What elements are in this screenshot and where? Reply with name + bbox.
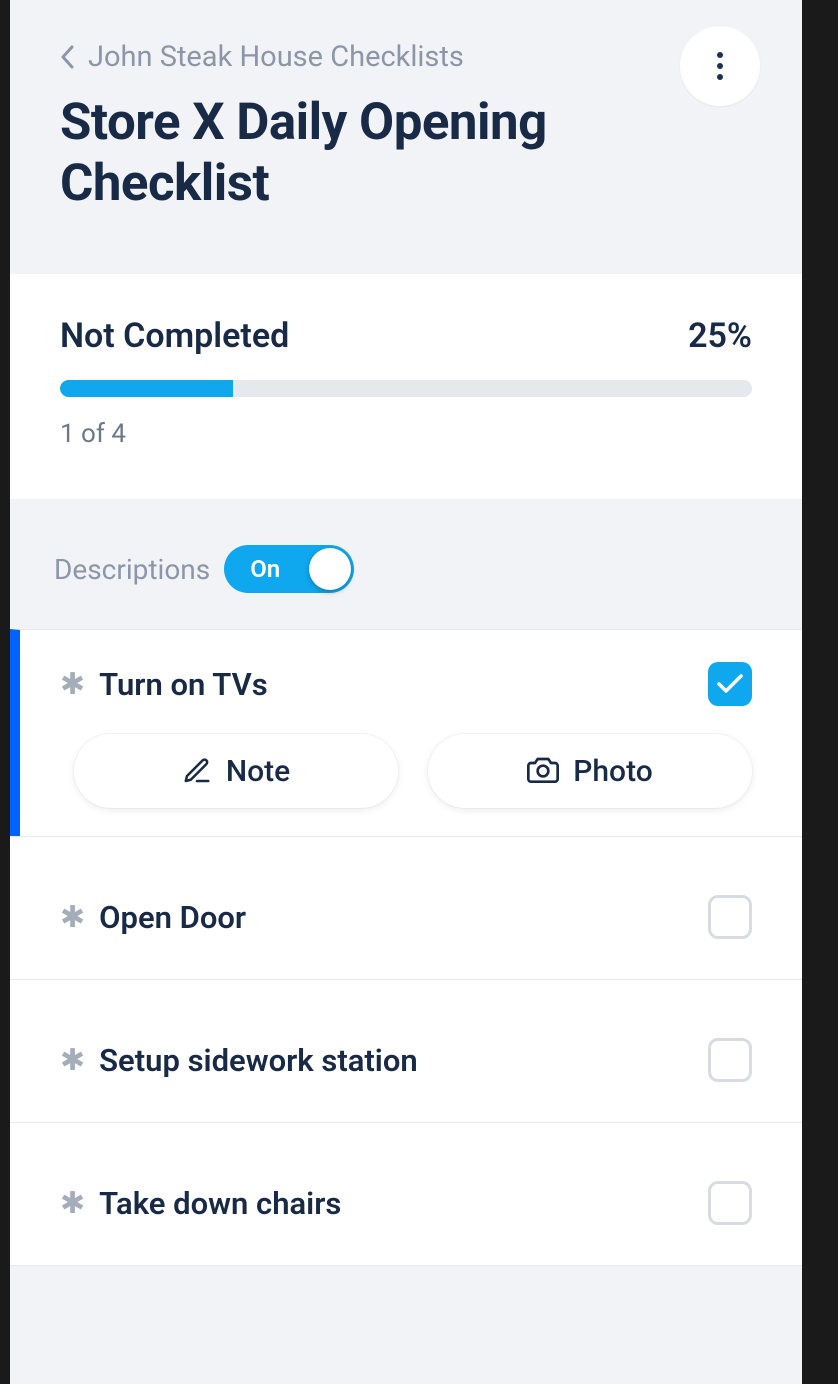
progress-bar-fill [60,380,233,397]
header: John Steak House Checklists Store X Dail… [10,0,802,274]
page-title: Store X Daily Opening Checklist [60,92,752,214]
note-button-label: Note [226,754,290,789]
toggle-state-label: On [250,555,280,583]
descriptions-toggle[interactable]: On [224,545,354,593]
task-title: Open Door [99,899,694,936]
task-checkbox[interactable] [708,662,752,706]
task-item[interactable]: ✱ Take down chairs [10,1122,802,1265]
breadcrumb[interactable]: John Steak House Checklists [60,40,752,74]
task-item[interactable]: ✱ Turn on TVs Note Photo [10,629,802,836]
more-vertical-icon [717,52,723,80]
task-item[interactable]: ✱ Open Door [10,836,802,979]
chevron-left-icon [60,45,74,69]
photo-button-label: Photo [573,754,653,789]
required-icon: ✱ [60,900,85,935]
progress-status-label: Not Completed [60,316,289,356]
camera-icon [527,757,559,785]
progress-bar [60,380,752,397]
check-icon [717,674,743,694]
required-icon: ✱ [60,1043,85,1078]
task-item[interactable]: ✱ Setup sidework station [10,979,802,1122]
descriptions-row: Descriptions On [10,499,802,629]
progress-card: Not Completed 25% 1 of 4 [10,274,802,499]
note-button[interactable]: Note [74,734,398,808]
task-actions: Note Photo [60,734,752,808]
task-title: Setup sidework station [99,1042,694,1079]
task-title: Turn on TVs [99,666,694,703]
photo-button[interactable]: Photo [428,734,752,808]
task-title: Take down chairs [99,1185,694,1222]
task-checkbox[interactable] [708,1038,752,1082]
bottom-spacer [10,1265,802,1295]
app-frame: John Steak House Checklists Store X Dail… [10,0,802,1384]
toggle-knob [309,548,351,590]
task-checkbox[interactable] [708,895,752,939]
edit-icon [182,756,212,786]
progress-percent: 25% [688,316,752,356]
required-icon: ✱ [60,667,85,702]
breadcrumb-text: John Steak House Checklists [88,40,464,74]
required-icon: ✱ [60,1186,85,1221]
menu-button[interactable] [680,26,760,106]
descriptions-label: Descriptions [54,553,210,586]
progress-count: 1 of 4 [60,419,752,449]
task-checkbox[interactable] [708,1181,752,1225]
